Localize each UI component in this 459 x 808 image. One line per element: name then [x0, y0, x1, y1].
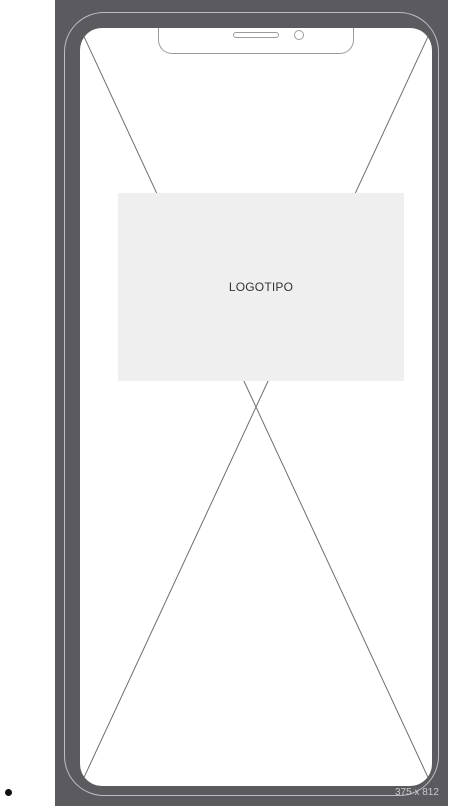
image-placeholder-cross — [80, 28, 432, 786]
phone-screen: LOGOTIPO — [80, 28, 432, 786]
logo-placeholder: LOGOTIPO — [118, 193, 404, 381]
phone-notch — [158, 28, 354, 54]
camera-icon — [294, 30, 304, 40]
page: LOGOTIPO 375 x 812 — [0, 0, 459, 808]
logo-placeholder-label: LOGOTIPO — [228, 280, 294, 294]
speaker-icon — [233, 32, 279, 38]
bullet-dot — [5, 789, 12, 796]
frame-size-label: 375 x 812 — [395, 787, 439, 798]
